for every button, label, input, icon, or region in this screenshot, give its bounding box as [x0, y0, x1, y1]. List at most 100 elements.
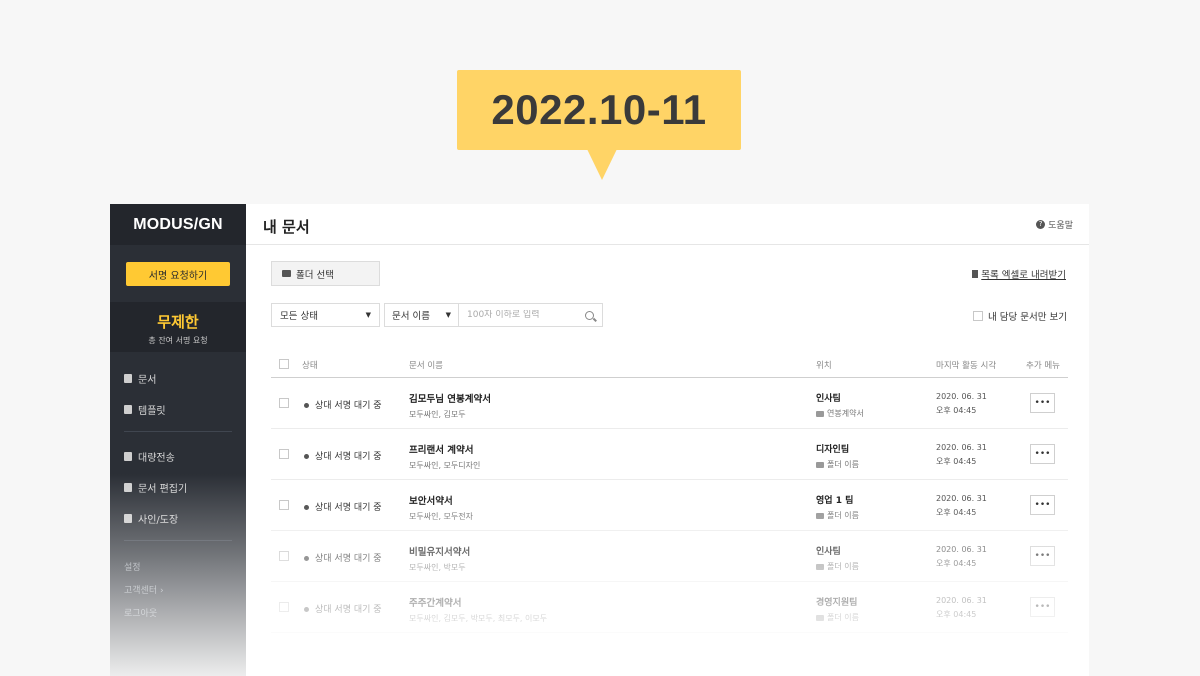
search-box	[459, 303, 603, 327]
status-filter-select[interactable]: 모든 상태 ▼	[271, 303, 380, 327]
row-checkbox[interactable]	[279, 500, 289, 510]
status-dot-icon	[304, 505, 309, 510]
folder-name: 폴더 이름	[827, 511, 859, 520]
sidebar-fade-overlay	[110, 474, 246, 676]
sidebar-item-templates[interactable]: 템플릿	[124, 402, 166, 417]
activity-date: 2020. 06. 31	[936, 494, 987, 503]
column-location: 위치	[816, 361, 832, 371]
folder-icon	[816, 410, 824, 417]
folder-select-button[interactable]: 폴더 선택	[271, 261, 380, 286]
row-last-activity: 2020. 06. 31 오후 04:45	[936, 443, 987, 467]
help-link[interactable]: ? 도움말	[1036, 218, 1073, 231]
more-menu-button[interactable]: •••	[1030, 597, 1055, 617]
row-document[interactable]: 보안서약서 모두싸인, 모두전자	[409, 493, 473, 522]
sidebar-logout[interactable]: 로그아웃	[124, 606, 157, 619]
signature-icon	[124, 514, 132, 523]
select-all-checkbox[interactable]	[279, 359, 289, 369]
folder-icon	[816, 512, 824, 519]
row-checkbox[interactable]	[279, 551, 289, 561]
folder-name: 연봉계약서	[827, 409, 864, 418]
mine-only-label: 내 담당 문서만 보기	[988, 312, 1067, 323]
row-status: 상대 서명 대기 중	[304, 398, 382, 411]
status-dot-icon	[304, 607, 309, 612]
sidebar-item-signature[interactable]: 사인/도장	[124, 511, 178, 526]
mine-only-toggle[interactable]: 내 담당 문서만 보기	[973, 309, 1067, 323]
table-row[interactable]: 상대 서명 대기 중 비밀유지서약서 모두싸인, 박모두 인사팀 폴더 이름 2…	[271, 531, 1068, 582]
row-status: 상대 서명 대기 중	[304, 602, 382, 615]
row-last-activity: 2020. 06. 31 오후 04:45	[936, 494, 987, 518]
sidebar-item-editor[interactable]: 문서 편집기	[124, 480, 187, 495]
excel-download-link[interactable]: 목록 엑셀로 내려받기	[972, 267, 1066, 281]
row-checkbox[interactable]	[279, 449, 289, 459]
row-document[interactable]: 프리랜서 계약서 모두싸인, 모두디자인	[409, 442, 480, 471]
row-document[interactable]: 비밀유지서약서 모두싸인, 박모두	[409, 544, 470, 573]
document-parties: 모두싸인, 모두디자인	[409, 461, 481, 470]
status-text: 상대 서명 대기 중	[315, 503, 382, 513]
more-menu-button[interactable]: •••	[1030, 495, 1055, 515]
bulk-send-icon	[124, 452, 132, 461]
folder-name: 폴더 이름	[827, 613, 859, 622]
row-document[interactable]: 김모두님 연봉계약서 모두싸인, 김모두	[409, 391, 491, 420]
activity-date: 2020. 06. 31	[936, 443, 987, 452]
search-field-select[interactable]: 문서 이름 ▼	[384, 303, 459, 327]
sidebar: MODUS/GN 서명 요청하기 무제한 총 잔여 서명 요청 문서 템플릿 대…	[110, 204, 246, 676]
status-dot-icon	[304, 454, 309, 459]
row-location: 영업 1 팀 폴더 이름	[816, 493, 859, 521]
table-row[interactable]: 상대 서명 대기 중 주주간계약서 모두싸인, 김모두, 박모두, 최모두, 이…	[271, 582, 1068, 633]
document-name: 프리랜서 계약서	[409, 445, 474, 456]
status-dot-icon	[304, 403, 309, 408]
quota-label: 총 잔여 서명 요청	[148, 336, 208, 345]
logo[interactable]: MODUS/GN	[110, 204, 246, 245]
activity-date: 2020. 06. 31	[936, 545, 987, 554]
table-row[interactable]: 상대 서명 대기 중 프리랜서 계약서 모두싸인, 모두디자인 디자인팀 폴더 …	[271, 429, 1068, 480]
more-menu-button[interactable]: •••	[1030, 444, 1055, 464]
folder-name: 폴더 이름	[827, 460, 859, 469]
status-dot-icon	[304, 556, 309, 561]
activity-time: 오후 04:45	[936, 610, 977, 619]
location-folder: 연봉계약서	[816, 408, 864, 419]
sidebar-settings[interactable]: 설정	[124, 560, 141, 573]
activity-date: 2020. 06. 31	[936, 596, 987, 605]
location-folder: 폴더 이름	[816, 510, 859, 521]
status-text: 상대 서명 대기 중	[315, 554, 382, 564]
folder-icon	[816, 614, 824, 621]
row-checkbox[interactable]	[279, 398, 289, 408]
activity-time: 오후 04:45	[936, 508, 977, 517]
activity-time: 오후 04:45	[936, 559, 977, 568]
search-icon[interactable]	[585, 310, 594, 320]
quota-value: 무제한	[157, 313, 199, 331]
file-icon	[972, 270, 979, 278]
status-text: 상대 서명 대기 중	[315, 401, 382, 411]
status-text: 상대 서명 대기 중	[315, 605, 382, 615]
top-bar: 내 문서 ? 도움말	[246, 204, 1089, 245]
document-name: 보안서약서	[409, 496, 453, 507]
banner-pointer	[587, 149, 617, 180]
row-location: 인사팀 연봉계약서	[816, 391, 864, 419]
location-team: 인사팀	[816, 394, 841, 404]
table-row[interactable]: 상대 서명 대기 중 김모두님 연봉계약서 모두싸인, 김모두 인사팀 연봉계약…	[271, 378, 1068, 429]
help-icon: ?	[1036, 220, 1046, 229]
row-last-activity: 2020. 06. 31 오후 04:45	[936, 545, 987, 569]
location-folder: 폴더 이름	[816, 612, 859, 623]
row-status: 상대 서명 대기 중	[304, 500, 382, 513]
folder-icon	[282, 270, 291, 277]
more-menu-button[interactable]: •••	[1030, 546, 1055, 566]
activity-time: 오후 04:45	[936, 457, 977, 466]
app-window: MODUS/GN 서명 요청하기 무제한 총 잔여 서명 요청 문서 템플릿 대…	[110, 204, 1089, 676]
row-last-activity: 2020. 06. 31 오후 04:45	[936, 392, 987, 416]
row-checkbox[interactable]	[279, 602, 289, 612]
sidebar-item-documents[interactable]: 문서	[124, 371, 156, 386]
sidebar-divider	[124, 540, 232, 541]
more-menu-button[interactable]: •••	[1030, 393, 1055, 413]
download-label: 목록 엑셀로 내려받기	[981, 270, 1066, 281]
mine-only-checkbox[interactable]	[973, 311, 984, 321]
sidebar-support[interactable]: 고객센터 ›	[124, 583, 164, 596]
sign-request-button[interactable]: 서명 요청하기	[126, 262, 230, 286]
activity-date: 2020. 06. 31	[936, 392, 987, 401]
search-input[interactable]	[459, 310, 577, 320]
sidebar-item-bulk-send[interactable]: 대량전송	[124, 449, 175, 464]
row-document[interactable]: 주주간계약서 모두싸인, 김모두, 박모두, 최모두, 이모두	[409, 595, 547, 624]
quota-panel: 무제한 총 잔여 서명 요청	[110, 302, 246, 352]
table-row[interactable]: 상대 서명 대기 중 보안서약서 모두싸인, 모두전자 영업 1 팀 폴더 이름…	[271, 480, 1068, 531]
column-more: 추가 메뉴	[1026, 361, 1060, 371]
